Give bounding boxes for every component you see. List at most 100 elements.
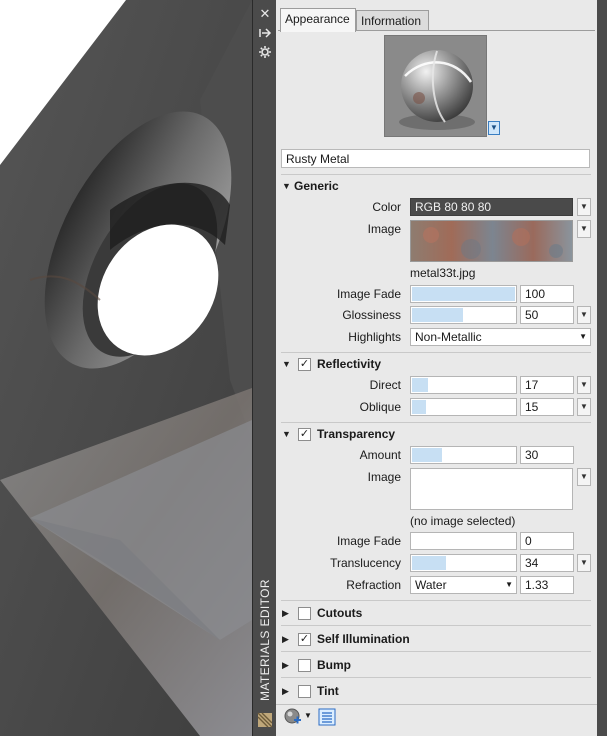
- section-self-illumination-title: Self Illumination: [317, 632, 410, 646]
- section-reflectivity-title: Reflectivity: [317, 357, 382, 371]
- material-browser-icon[interactable]: [318, 708, 336, 729]
- palette-title: MATERIALS EDITOR: [255, 570, 275, 710]
- palette-title-text: MATERIALS EDITOR: [258, 579, 272, 701]
- image-filename: metal33t.jpg: [410, 266, 476, 280]
- separator: [281, 625, 591, 626]
- separator: [281, 677, 591, 678]
- direct-value[interactable]: 17: [520, 376, 574, 394]
- expand-triangle-icon: ▶: [282, 659, 289, 670]
- glossiness-value[interactable]: 50: [520, 306, 574, 324]
- tab-information[interactable]: Information: [356, 10, 429, 31]
- image-fade-slider[interactable]: [410, 285, 517, 303]
- separator: [281, 422, 591, 423]
- section-transparency-header[interactable]: ▼ ✓ Transparency: [282, 425, 395, 443]
- direct-slider[interactable]: [410, 376, 517, 394]
- expand-triangle-icon: ▶: [282, 685, 289, 696]
- oblique-dropdown[interactable]: ▼: [577, 398, 591, 416]
- bump-checkbox[interactable]: [298, 658, 311, 672]
- section-tint-title: Tint: [317, 684, 339, 698]
- section-cutouts-title: Cutouts: [317, 606, 363, 620]
- properties-icon[interactable]: [257, 44, 273, 60]
- section-generic-title: Generic: [294, 179, 339, 193]
- preview-options-dropdown[interactable]: ▼: [488, 121, 500, 135]
- collapse-triangle-icon: ▼: [282, 359, 291, 369]
- translucency-slider[interactable]: [410, 554, 517, 572]
- reflectivity-checkbox[interactable]: ✓: [298, 357, 311, 371]
- palette-frame-edge: [597, 0, 607, 736]
- section-cutouts-header[interactable]: ▶ Cutouts: [282, 604, 362, 622]
- self-illumination-checkbox[interactable]: ✓: [298, 632, 311, 646]
- refraction-value[interactable]: 1.33: [520, 576, 574, 594]
- glossiness-dropdown[interactable]: ▼: [577, 306, 591, 324]
- amount-value[interactable]: 30: [520, 446, 574, 464]
- chevron-down-icon: ▼: [579, 332, 587, 341]
- section-generic-header[interactable]: ▼ Generic: [282, 177, 339, 195]
- direct-dropdown[interactable]: ▼: [577, 376, 591, 394]
- image-fade-value[interactable]: 100: [520, 285, 574, 303]
- collapse-triangle-icon: ▼: [282, 429, 291, 439]
- generic-image-thumbnail[interactable]: [410, 220, 573, 262]
- separator: [281, 651, 591, 652]
- amount-slider[interactable]: [410, 446, 517, 464]
- image-dropdown[interactable]: ▼: [577, 220, 591, 238]
- amount-label: Amount: [359, 448, 401, 462]
- highlights-label: Highlights: [348, 330, 401, 344]
- materials-icon[interactable]: [257, 712, 273, 728]
- create-material-icon[interactable]: [284, 708, 302, 729]
- translucency-label: Translucency: [330, 556, 401, 570]
- direct-label: Direct: [369, 378, 401, 392]
- section-self-illumination-header[interactable]: ▶ ✓ Self Illumination: [282, 630, 410, 648]
- expand-triangle-icon: ▶: [282, 607, 289, 618]
- slider-fill: [412, 378, 428, 392]
- section-transparency-title: Transparency: [317, 427, 396, 441]
- refraction-preset-select[interactable]: Water ▼: [410, 576, 517, 594]
- transparency-checkbox[interactable]: ✓: [298, 427, 311, 441]
- slider-fill: [412, 287, 515, 301]
- glossiness-slider[interactable]: [410, 306, 517, 324]
- oblique-label: Oblique: [359, 400, 401, 414]
- separator: [281, 174, 591, 175]
- material-preview-swatch[interactable]: [384, 35, 487, 137]
- bottom-toolbar: ▼: [276, 704, 597, 728]
- translucency-dropdown[interactable]: ▼: [577, 554, 591, 572]
- color-dropdown[interactable]: ▼: [577, 198, 591, 216]
- transparency-image-slot[interactable]: [410, 468, 573, 510]
- tab-appearance[interactable]: Appearance: [280, 8, 356, 32]
- collapse-triangle-icon: ▼: [282, 181, 291, 191]
- no-image-note: (no image selected): [410, 514, 516, 528]
- glossiness-label: Glossiness: [342, 308, 401, 322]
- image-fade-label: Image Fade: [336, 287, 401, 301]
- transparency-image-fade-slider[interactable]: [410, 532, 517, 550]
- color-label: Color: [372, 200, 401, 214]
- slider-fill: [412, 308, 463, 322]
- cutouts-checkbox[interactable]: [298, 606, 311, 620]
- section-reflectivity-header[interactable]: ▼ ✓ Reflectivity: [282, 355, 381, 373]
- section-bump-header[interactable]: ▶ Bump: [282, 656, 351, 674]
- highlights-select[interactable]: Non-Metallic ▼: [410, 328, 591, 346]
- tint-checkbox[interactable]: [298, 684, 311, 698]
- palette-title-bar[interactable]: ✕ MATERIALS EDITOR: [252, 0, 276, 736]
- color-field[interactable]: RGB 80 80 80: [410, 198, 573, 216]
- transparency-image-fade-value[interactable]: 0: [520, 532, 574, 550]
- translucency-value[interactable]: 34: [520, 554, 574, 572]
- close-icon[interactable]: ✕: [257, 6, 273, 22]
- oblique-value[interactable]: 15: [520, 398, 574, 416]
- image-label: Image: [367, 222, 401, 236]
- materials-editor-panel: Appearance Information ▼ Rusty Metal ▼ G…: [276, 0, 597, 736]
- autohide-icon[interactable]: [257, 25, 273, 41]
- slider-fill: [412, 556, 446, 570]
- slider-fill: [412, 400, 426, 414]
- transparency-image-fade-label: Image Fade: [336, 534, 401, 548]
- section-tint-header[interactable]: ▶ Tint: [282, 682, 339, 700]
- separator: [281, 600, 591, 601]
- material-name-field[interactable]: Rusty Metal: [281, 149, 590, 168]
- oblique-slider[interactable]: [410, 398, 517, 416]
- create-material-dropdown-icon[interactable]: ▼: [304, 711, 312, 720]
- highlights-value: Non-Metallic: [415, 330, 482, 344]
- expand-triangle-icon: ▶: [282, 633, 289, 644]
- section-bump-title: Bump: [317, 658, 351, 672]
- transparency-image-dropdown[interactable]: ▼: [577, 468, 591, 486]
- refraction-preset-value: Water: [415, 578, 447, 592]
- drawing-viewport[interactable]: [0, 0, 252, 736]
- transparency-image-label: Image: [367, 470, 401, 484]
